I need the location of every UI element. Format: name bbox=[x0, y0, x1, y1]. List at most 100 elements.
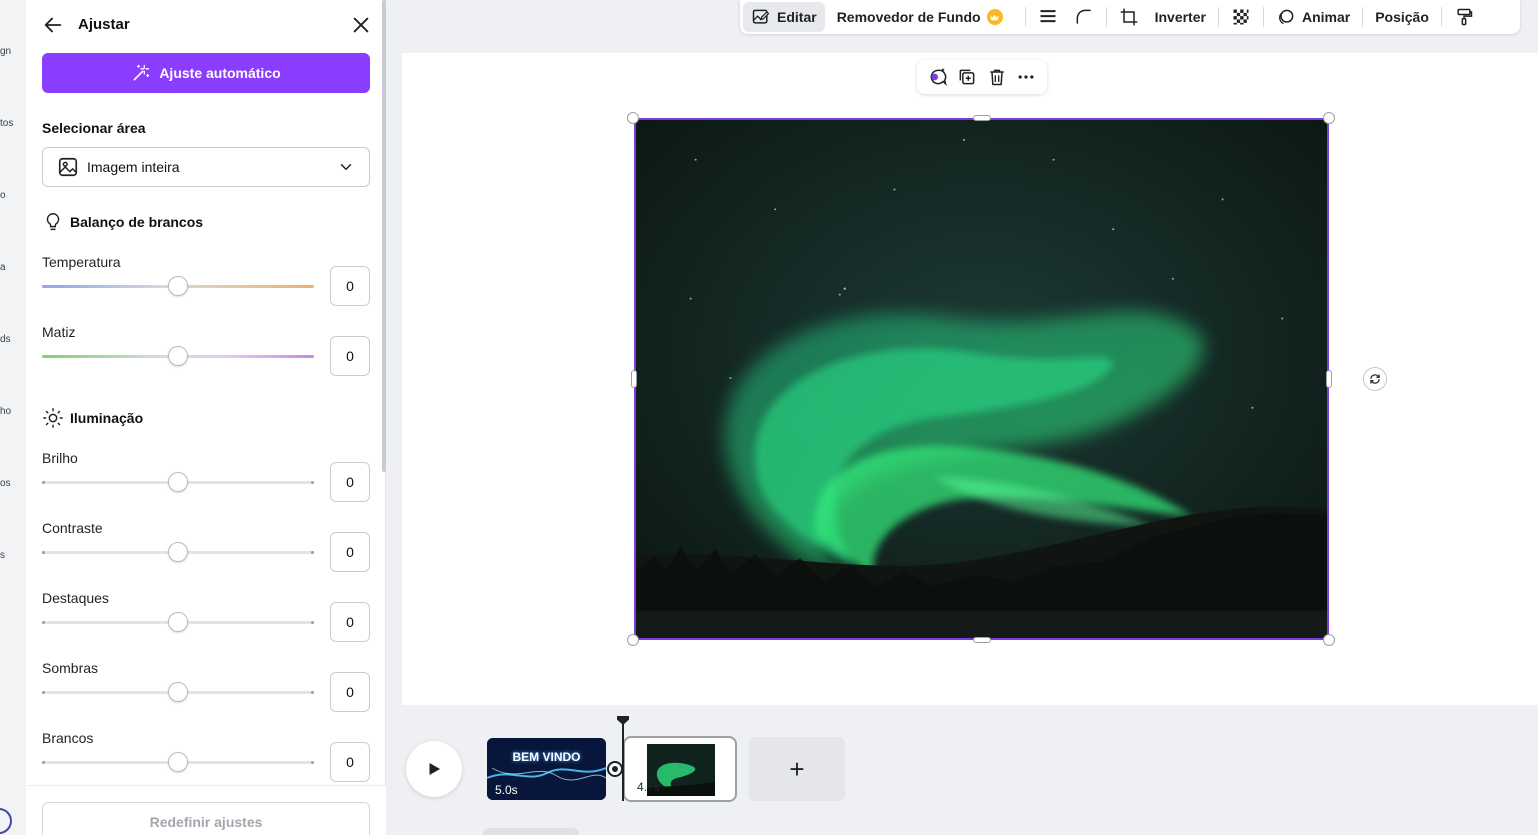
image-icon bbox=[58, 157, 78, 177]
auto-adjust-button[interactable]: Ajuste automático bbox=[42, 53, 370, 93]
panel-scrollbar[interactable] bbox=[382, 0, 386, 472]
reset-adjustments-button[interactable]: Redefinir ajustes bbox=[42, 802, 370, 835]
track-endpoint bbox=[311, 621, 314, 624]
rotate-icon bbox=[1370, 374, 1380, 384]
toolbar-divider bbox=[1440, 7, 1442, 27]
timeline-clip-1[interactable]: BEM VINDO 5.0s bbox=[487, 738, 606, 800]
select-area-dropdown[interactable]: Imagem inteira bbox=[42, 147, 370, 187]
playhead-handle[interactable] bbox=[617, 716, 629, 725]
slider-value-input[interactable]: 0 bbox=[330, 532, 370, 572]
magic-wand-icon bbox=[133, 64, 150, 81]
copy-style-button[interactable] bbox=[1446, 2, 1482, 32]
magic-comment-icon[interactable] bbox=[928, 67, 948, 87]
resize-handle-top-right[interactable] bbox=[1323, 112, 1335, 124]
rail-label[interactable]: os bbox=[0, 478, 11, 489]
play-icon bbox=[429, 763, 440, 775]
rail-label[interactable]: gn bbox=[0, 46, 11, 57]
edit-label: Editar bbox=[777, 9, 817, 25]
slider-label: Contraste bbox=[42, 520, 103, 536]
paint-roller-icon bbox=[1457, 8, 1473, 26]
shadows-slider: Sombras 0 bbox=[42, 660, 370, 730]
animate-button[interactable]: Animar bbox=[1268, 2, 1358, 32]
track-endpoint bbox=[42, 481, 45, 484]
transparency-button[interactable] bbox=[1223, 2, 1259, 32]
back-arrow-icon[interactable] bbox=[42, 14, 64, 36]
slider-value-input[interactable]: 0 bbox=[330, 742, 370, 782]
clip-title: BEM VINDO bbox=[512, 750, 581, 764]
transparency-checker-icon bbox=[1233, 9, 1249, 25]
slider-thumb[interactable] bbox=[168, 346, 188, 366]
background-remover-button[interactable]: Removedor de Fundo bbox=[829, 2, 1011, 32]
toolbar-divider bbox=[1362, 7, 1364, 27]
border-style-button[interactable] bbox=[1030, 2, 1066, 32]
slider-thumb[interactable] bbox=[168, 542, 188, 562]
crop-button[interactable] bbox=[1111, 2, 1147, 32]
slider-value-input[interactable]: 0 bbox=[330, 336, 370, 376]
more-options-icon[interactable] bbox=[1016, 67, 1036, 87]
track-endpoint bbox=[42, 551, 45, 554]
transition-icon[interactable] bbox=[607, 761, 623, 777]
tint-slider: Matiz 0 bbox=[42, 324, 370, 394]
slider-thumb[interactable] bbox=[168, 612, 188, 632]
add-clip-button[interactable]: + bbox=[749, 737, 845, 801]
slider-thumb[interactable] bbox=[168, 682, 188, 702]
close-icon[interactable] bbox=[350, 14, 372, 36]
slider-label: Brancos bbox=[42, 730, 94, 746]
white-balance-heading: Balanço de brancos bbox=[42, 211, 203, 233]
resize-handle-top[interactable] bbox=[973, 115, 991, 121]
corner-rounding-button[interactable] bbox=[1066, 2, 1102, 32]
slider-label: Temperatura bbox=[42, 254, 121, 270]
highlights-slider: Destaques 0 bbox=[42, 590, 370, 660]
avatar[interactable] bbox=[0, 808, 12, 834]
playhead[interactable] bbox=[622, 716, 624, 801]
track-endpoint bbox=[42, 761, 45, 764]
lighting-heading: Iluminação bbox=[42, 407, 143, 429]
resize-handle-bottom-right[interactable] bbox=[1323, 634, 1335, 646]
resize-handle-top-left[interactable] bbox=[627, 112, 639, 124]
slider-thumb[interactable] bbox=[168, 472, 188, 492]
slider-value-input[interactable]: 0 bbox=[330, 602, 370, 642]
slider-value-input[interactable]: 0 bbox=[330, 266, 370, 306]
track-endpoint bbox=[311, 481, 314, 484]
slider-label: Destaques bbox=[42, 590, 109, 606]
adjust-panel: Ajustar Ajuste automático Selecionar áre… bbox=[26, 0, 386, 835]
slider-thumb[interactable] bbox=[168, 752, 188, 772]
top-toolbar: Editar Removedor de Fundo Inverter Anima… bbox=[740, 0, 1520, 34]
chevron-down-icon bbox=[340, 164, 352, 170]
edit-image-icon bbox=[752, 9, 770, 24]
position-button[interactable]: Posição bbox=[1367, 2, 1437, 32]
panel-header: Ajustar bbox=[42, 12, 372, 38]
brightness-slider: Brilho 0 bbox=[42, 450, 370, 520]
track-endpoint bbox=[311, 551, 314, 554]
timeline-clip-2[interactable]: 4.7s bbox=[623, 736, 737, 802]
toolbar-divider bbox=[1262, 7, 1264, 27]
sun-icon bbox=[43, 408, 63, 428]
edit-button[interactable]: Editar bbox=[743, 2, 825, 32]
selected-image[interactable] bbox=[634, 118, 1329, 640]
flip-button[interactable]: Inverter bbox=[1147, 2, 1214, 32]
lightbulb-icon bbox=[46, 213, 60, 231]
resize-handle-left[interactable] bbox=[631, 370, 637, 388]
rotate-button[interactable] bbox=[1363, 367, 1387, 391]
slider-label: Sombras bbox=[42, 660, 99, 676]
rail-label[interactable]: o bbox=[0, 190, 6, 201]
lighting-title: Iluminação bbox=[70, 410, 144, 426]
resize-handle-right[interactable] bbox=[1326, 370, 1332, 388]
slider-value-input[interactable]: 0 bbox=[330, 462, 370, 502]
rail-label[interactable]: a bbox=[0, 262, 6, 273]
animate-label: Animar bbox=[1301, 9, 1351, 25]
timeline-resize-tab[interactable] bbox=[483, 828, 579, 835]
slider-thumb[interactable] bbox=[168, 276, 188, 296]
rail-label[interactable]: ho bbox=[0, 406, 11, 417]
resize-handle-bottom[interactable] bbox=[973, 637, 991, 643]
select-area-label: Selecionar área bbox=[42, 120, 146, 136]
play-button[interactable] bbox=[406, 741, 462, 797]
trash-icon[interactable] bbox=[987, 67, 1007, 87]
rail-label[interactable]: ds bbox=[0, 334, 11, 345]
rail-label[interactable]: tos bbox=[0, 118, 13, 129]
resize-handle-bottom-left[interactable] bbox=[627, 634, 639, 646]
rail-label[interactable]: s bbox=[0, 550, 5, 561]
slider-label: Matiz bbox=[42, 324, 76, 340]
duplicate-icon[interactable] bbox=[957, 67, 977, 87]
slider-value-input[interactable]: 0 bbox=[330, 672, 370, 712]
